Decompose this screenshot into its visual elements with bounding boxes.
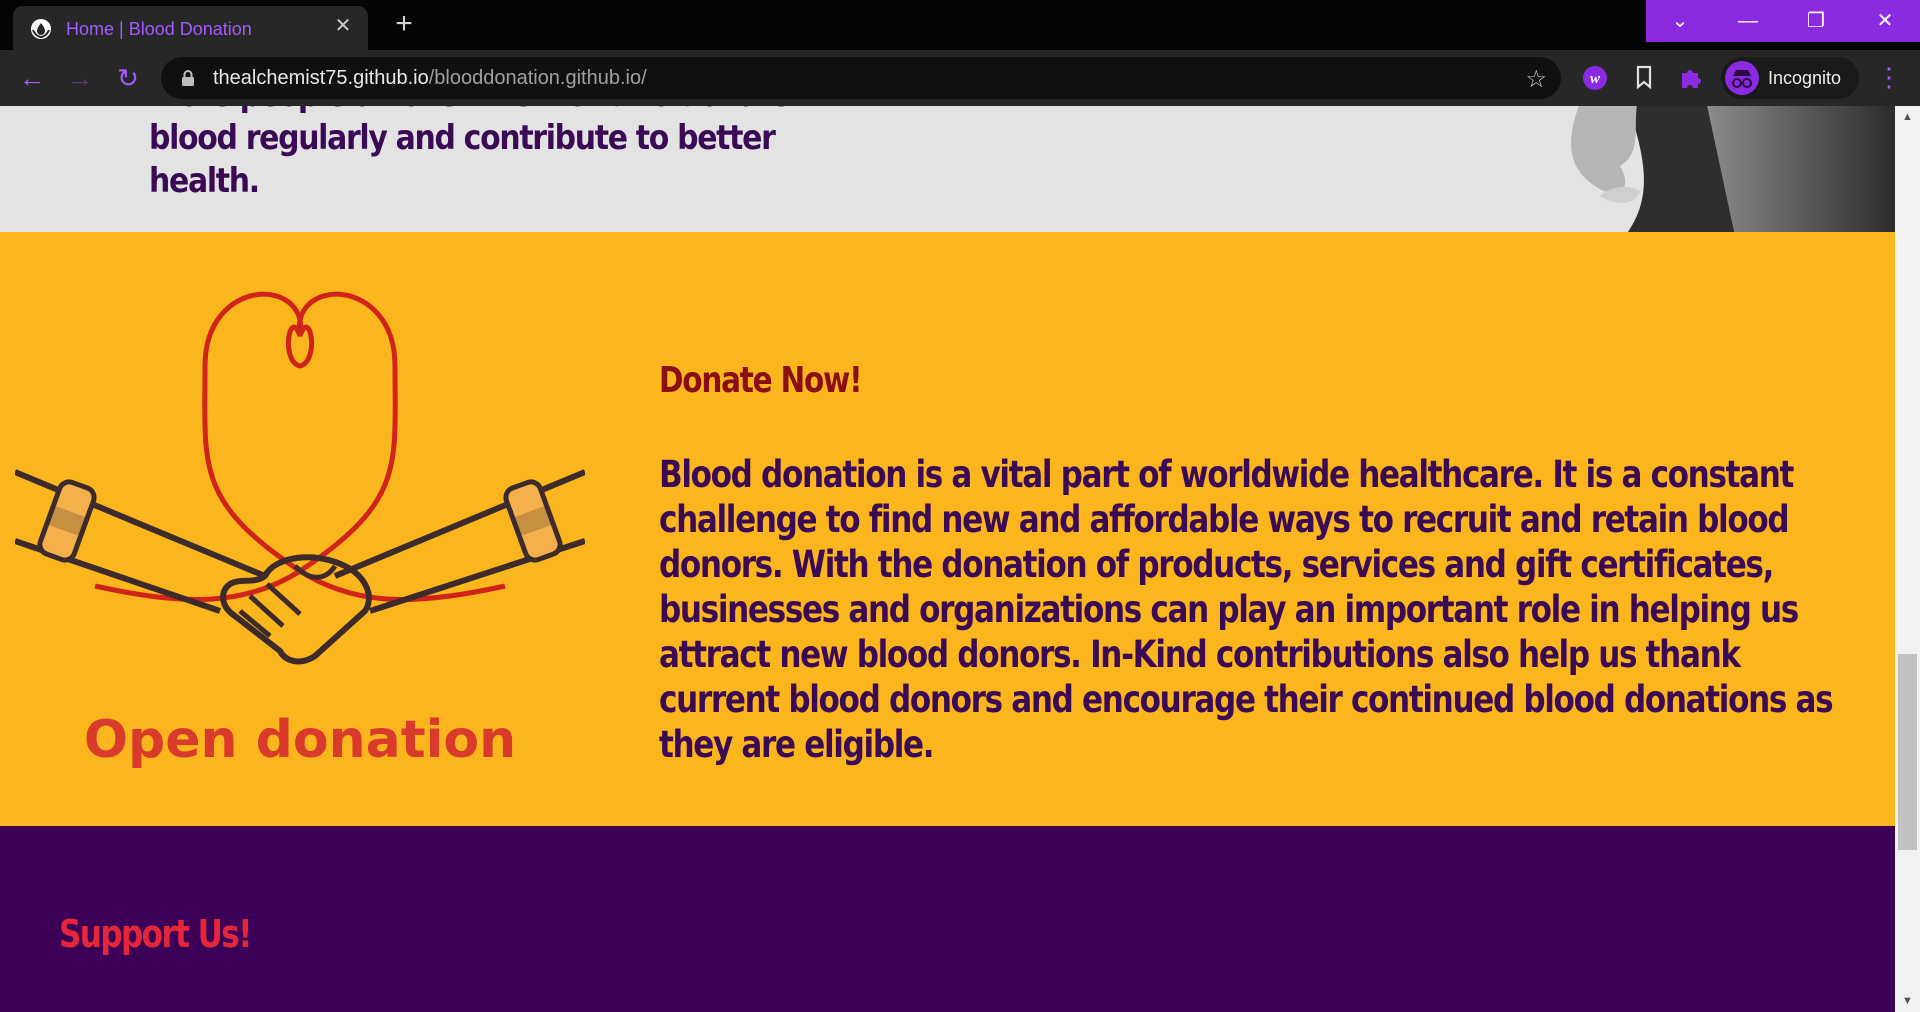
extension-w-icon[interactable]: w: [1582, 65, 1608, 91]
minimize-button[interactable]: —: [1714, 0, 1782, 42]
url-host: thealchemist75.github.io: [213, 67, 429, 89]
scroll-down-arrow-icon[interactable]: ▼: [1895, 992, 1920, 1010]
illustration-caption: Open donation: [83, 710, 517, 770]
donate-now-heading: Donate Now!: [659, 360, 863, 401]
extensions-puzzle-icon[interactable]: [1678, 65, 1704, 91]
address-bar[interactable]: thealchemist75.github.io/blooddonation.g…: [161, 57, 1561, 99]
incognito-icon: [1725, 61, 1759, 95]
incognito-label: Incognito: [1768, 68, 1842, 88]
reload-icon[interactable]: ↻: [113, 63, 143, 93]
svg-text:w: w: [1590, 71, 1601, 87]
intro-text: more people all over the world to donate…: [149, 106, 791, 201]
page-viewport: more people all over the world to donate…: [0, 106, 1895, 1012]
bookmark-icon[interactable]: [1631, 65, 1657, 91]
browser-toolbar: ← → ↻ thealchemist75.github.io/blooddona…: [0, 50, 1920, 106]
lock-icon: [182, 70, 194, 86]
browser-menu-icon[interactable]: ⋮: [1876, 63, 1902, 93]
donor-photo-image: [1505, 106, 1895, 232]
intro-section: more people all over the world to donate…: [0, 106, 1895, 232]
donate-section: Open donation Donate Now! Blood donation…: [0, 232, 1895, 826]
blood-donation-favicon-icon: [31, 19, 51, 39]
close-tab-icon[interactable]: ✕: [332, 15, 354, 37]
scrollbar-thumb[interactable]: [1898, 654, 1917, 850]
tab-title: Home | Blood Donation: [66, 19, 252, 39]
incognito-profile-button[interactable]: Incognito: [1721, 57, 1859, 99]
browser-tab[interactable]: Home | Blood Donation ✕: [13, 6, 368, 50]
donate-description: Blood donation is a vital part of worldw…: [659, 453, 1834, 766]
tab-search-button[interactable]: ⌄: [1646, 0, 1714, 42]
forward-arrow-icon[interactable]: →: [65, 63, 95, 93]
handshake-heart-illustration: [15, 291, 585, 665]
vertical-scrollbar[interactable]: ▲ ▼: [1895, 106, 1920, 1012]
support-section: Support Us!: [0, 826, 1895, 1012]
back-arrow-icon[interactable]: ←: [17, 63, 47, 93]
url-path: /blooddonation.github.io/: [428, 67, 647, 89]
restore-button[interactable]: ❐: [1782, 0, 1850, 42]
close-window-button[interactable]: ✕: [1850, 0, 1920, 42]
support-us-heading: Support Us!: [59, 912, 252, 956]
bookmark-star-icon[interactable]: ☆: [1525, 65, 1547, 94]
new-tab-button[interactable]: +: [391, 9, 417, 39]
url-text[interactable]: thealchemist75.github.io/blooddonation.g…: [213, 67, 647, 90]
tab-strip: Home | Blood Donation ✕ + ⌄ — ❐ ✕: [0, 0, 1920, 50]
scroll-up-arrow-icon[interactable]: ▲: [1895, 108, 1920, 126]
